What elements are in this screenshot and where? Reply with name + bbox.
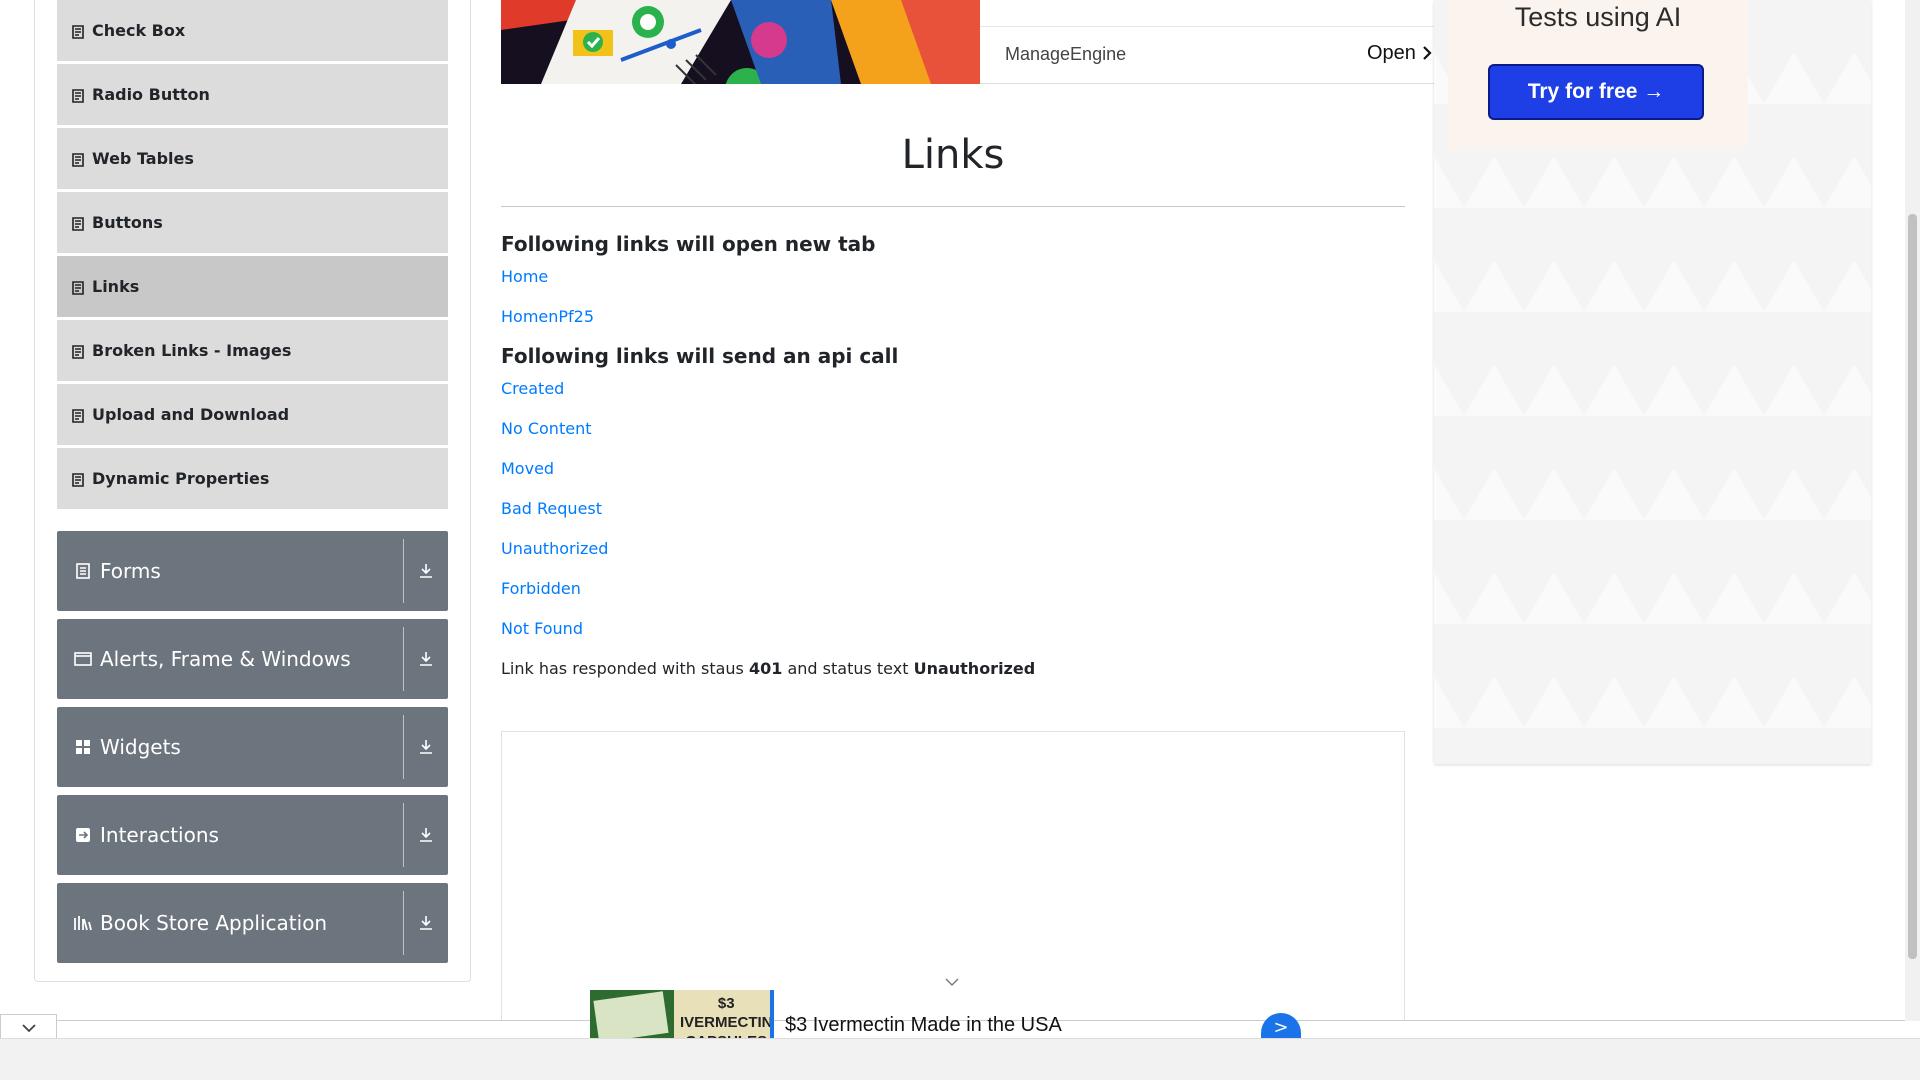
bottom-ad-image-text: $3 IVERMECTIN CAPSULES [674, 994, 774, 1038]
group-label: Forms [100, 559, 161, 583]
document-icon [72, 280, 84, 295]
document-icon [72, 216, 84, 231]
divider [501, 206, 1405, 207]
download-icon[interactable] [404, 619, 448, 699]
page: Check Box Radio Button Web Tables Button… [0, 0, 1920, 1080]
link-home-dynamic[interactable]: HomenPf25 [501, 307, 594, 326]
menu-item-label: Broken Links - Images [92, 341, 292, 360]
ad-brand-name: ManageEngine [1005, 44, 1127, 64]
response-status-text: Unauthorized [913, 659, 1036, 678]
collapse-ad-button[interactable] [0, 1014, 57, 1040]
ad-card: Tests using AI Try for free → [1448, 0, 1748, 150]
footer-bar [0, 1038, 1920, 1080]
bottom-ad-text[interactable]: $3 Ivermectin Made in the USA [785, 1014, 1062, 1037]
widgets-icon [74, 738, 92, 756]
book-store-icon [74, 914, 92, 932]
response-middle: and status text [787, 659, 909, 678]
group-book-store[interactable]: Book Store Application [57, 883, 448, 963]
response-status-code: 401 [748, 659, 783, 678]
ad-open-button[interactable]: Open [1367, 42, 1432, 65]
link-forbidden[interactable]: Forbidden [501, 579, 581, 598]
link-home[interactable]: Home [501, 267, 548, 286]
group-forms[interactable]: Forms [57, 531, 448, 611]
group-alerts-frame-windows[interactable]: Alerts, Frame & Windows [57, 619, 448, 699]
menu-item-label: Dynamic Properties [92, 469, 270, 488]
menu-item-label: Radio Button [92, 85, 210, 104]
group-label: Interactions [100, 823, 219, 847]
chevron-right-icon [1423, 46, 1432, 60]
menu-item-radio-button[interactable]: Radio Button [57, 64, 448, 126]
link-unauthorized[interactable]: Unauthorized [501, 539, 608, 558]
ad-open-label: Open [1367, 42, 1416, 64]
chevron-down-icon [21, 1023, 36, 1032]
menu-item-label: Web Tables [92, 149, 194, 168]
top-ad-image[interactable] [501, 0, 980, 84]
link-moved[interactable]: Moved [501, 459, 554, 478]
interactions-icon [74, 826, 92, 844]
group-label: Alerts, Frame & Windows [100, 647, 351, 671]
group-widgets[interactable]: Widgets [57, 707, 448, 787]
divider [980, 26, 1436, 27]
menu-item-label: Links [92, 277, 140, 296]
chevron-down-icon[interactable] [945, 972, 959, 991]
link-response-message: Link has responded with staus 401 and st… [501, 659, 1035, 678]
forms-icon [74, 562, 92, 580]
link-bad-request[interactable]: Bad Request [501, 499, 602, 518]
menu-item-buttons[interactable]: Buttons [57, 192, 448, 254]
document-icon [72, 344, 84, 359]
download-icon[interactable] [404, 795, 448, 875]
link-not-found[interactable]: Not Found [501, 619, 583, 638]
bottom-ad-image[interactable]: $3 IVERMECTIN CAPSULES [590, 990, 774, 1038]
link-no-content[interactable]: No Content [501, 419, 591, 438]
bottom-ad-accent [770, 990, 774, 1038]
download-icon[interactable] [404, 531, 448, 611]
menu-item-links[interactable]: Links [57, 256, 448, 318]
left-sidebar: Check Box Radio Button Web Tables Button… [34, 0, 471, 982]
section-heading-api-call: Following links will send an api call [501, 344, 899, 368]
vertical-scrollbar[interactable] [1905, 0, 1920, 1021]
page-title: Links [901, 132, 1005, 178]
section-heading-new-tab: Following links will open new tab [501, 232, 876, 256]
menu-item-web-tables[interactable]: Web Tables [57, 128, 448, 190]
elements-menu-list: Check Box Radio Button Web Tables Button… [57, 0, 448, 512]
download-icon[interactable] [404, 883, 448, 963]
document-icon [72, 408, 84, 423]
ad-headline: Tests using AI [1514, 2, 1682, 32]
download-icon[interactable] [404, 707, 448, 787]
try-for-free-button[interactable]: Try for free → [1488, 64, 1704, 120]
window-icon [74, 650, 92, 668]
document-icon [72, 152, 84, 167]
response-prefix: Link has responded with staus [501, 659, 744, 678]
scrollbar-thumb[interactable] [1908, 214, 1917, 959]
top-ad-strip[interactable]: ManageEngine Open [980, 0, 1436, 84]
group-label: Widgets [100, 735, 181, 759]
menu-item-label: Buttons [92, 213, 163, 232]
link-created[interactable]: Created [501, 379, 564, 398]
document-icon [72, 472, 84, 487]
menu-item-dynamic-properties[interactable]: Dynamic Properties [57, 448, 448, 510]
group-interactions[interactable]: Interactions [57, 795, 448, 875]
menu-item-label: Check Box [92, 21, 186, 40]
document-icon [72, 24, 84, 39]
right-ad[interactable]: Tests using AI Try for free → [1434, 0, 1871, 764]
menu-item-check-box[interactable]: Check Box [57, 0, 448, 62]
menu-item-upload-download[interactable]: Upload and Download [57, 384, 448, 446]
menu-item-label: Upload and Download [92, 405, 290, 424]
document-icon [72, 88, 84, 103]
menu-item-broken-links[interactable]: Broken Links - Images [57, 320, 448, 382]
group-label: Book Store Application [100, 911, 328, 935]
